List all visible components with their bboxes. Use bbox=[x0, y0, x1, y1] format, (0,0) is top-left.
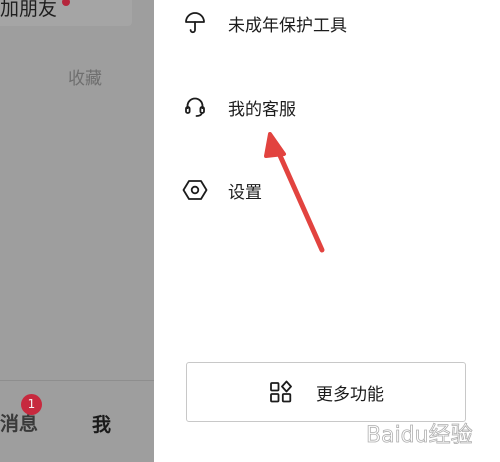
baidu-watermark: Baidu经验 bbox=[364, 414, 496, 454]
side-drawer: 未成年保护工具 我的客服 设置 更多功能 bbox=[154, 0, 500, 462]
notification-dot bbox=[62, 0, 71, 6]
more-features-button[interactable]: 更多功能 bbox=[186, 362, 466, 422]
umbrella-icon bbox=[182, 10, 208, 36]
watermark-text: Baidu经验 bbox=[366, 423, 473, 448]
messages-badge: 1 bbox=[21, 394, 42, 415]
bottom-nav-divider bbox=[0, 380, 154, 381]
add-friends-text: 加朋友 bbox=[0, 0, 58, 20]
more-features-label: 更多功能 bbox=[316, 384, 384, 405]
menu-item-minor-protection[interactable]: 未成年保护工具 bbox=[182, 3, 347, 43]
menu-item-customer-service[interactable]: 我的客服 bbox=[182, 87, 296, 127]
menu-item-label: 未成年保护工具 bbox=[228, 15, 347, 36]
tab-me: 我 bbox=[92, 414, 112, 436]
menu-item-label: 设置 bbox=[228, 182, 262, 203]
favorites-label: 收藏 bbox=[68, 69, 102, 89]
menu-item-settings[interactable]: 设置 bbox=[182, 170, 262, 210]
background-app: 加朋友 收藏 消息 1 我 bbox=[0, 0, 154, 462]
headset-icon bbox=[182, 94, 208, 120]
menu-item-label: 我的客服 bbox=[228, 99, 296, 120]
settings-hexagon-icon bbox=[182, 177, 208, 203]
grid-more-icon bbox=[268, 379, 294, 405]
add-friends-label: 加朋友 bbox=[0, 0, 71, 21]
